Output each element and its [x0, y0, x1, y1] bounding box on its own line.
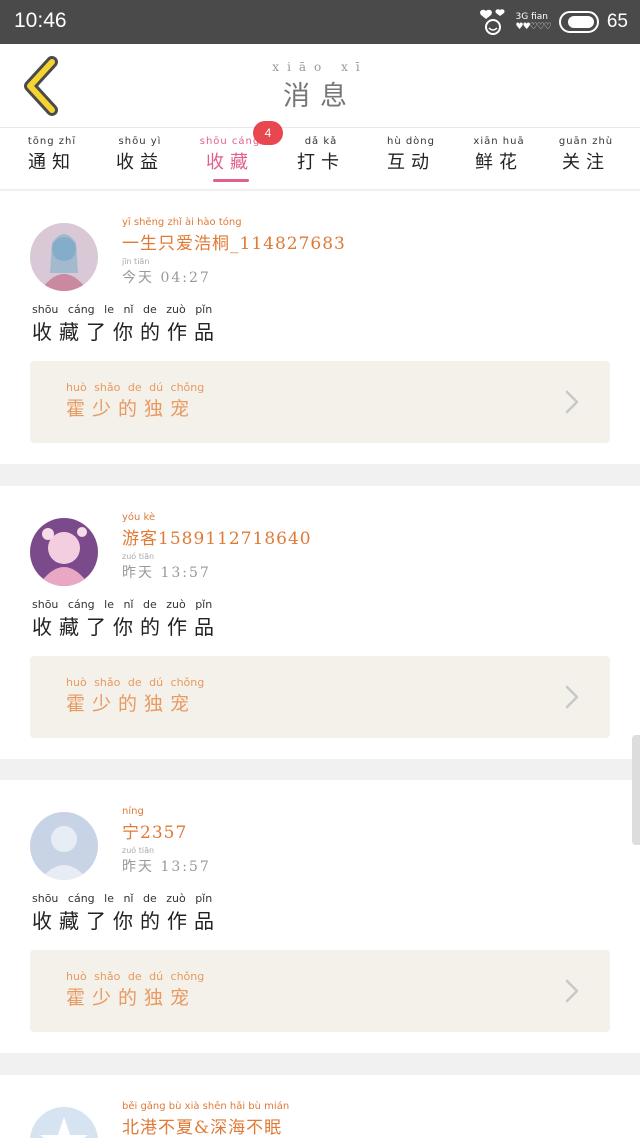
work-title-pinyin: huò shǎo de dú chǒng	[66, 970, 205, 983]
status-time: 10:46	[14, 9, 67, 32]
tab-pinyin: guān zhù	[558, 136, 614, 147]
work-title-text: 霍少的独宠	[66, 693, 197, 715]
action-pinyin: shōu cáng le nǐ de zuò pǐn	[32, 892, 213, 905]
network-sub: fian	[531, 12, 548, 22]
action-label: 收藏了你的作品	[32, 320, 221, 344]
work-title-pinyin: huò shǎo de dú chǒng	[66, 381, 205, 394]
tab-notice[interactable]: tōng zhī 通知	[12, 136, 92, 174]
chevron-right-icon	[565, 979, 579, 1003]
message-card: běi gǎng bù xià shēn hǎi bù mián 北港不夏&深海…	[0, 1075, 640, 1138]
app-root: 10:46 3G fian ♥♥♡♡♡ 65 xiāo xī 消息 tōng z…	[0, 0, 640, 1138]
time-pinyin: zuó tiān	[122, 552, 155, 561]
work-link[interactable]: huò shǎo de dú chǒng 霍少的独宠	[30, 950, 610, 1032]
user-name[interactable]: yī shēng zhǐ ài hào tóng 一生只爱浩桐_11482768…	[122, 217, 346, 254]
action-label: 收藏了你的作品	[32, 615, 221, 639]
network-indicator: 3G fian ♥♥♡♡♡	[515, 12, 552, 32]
tab-label: 收藏	[206, 152, 254, 173]
user-name-pinyin: běi gǎng bù xià shēn hǎi bù mián	[122, 1101, 290, 1112]
action-text: shōu cáng le nǐ de zuò pǐn 收藏了你的作品	[32, 892, 221, 934]
tab-checkin[interactable]: dǎ kǎ 打卡	[281, 136, 361, 174]
message-time: zuó tiān 昨天 13:57	[122, 552, 211, 582]
time-text: 昨天 13:57	[122, 565, 211, 581]
avatar[interactable]	[30, 223, 98, 291]
work-title-pinyin: huò shǎo de dú chǒng	[66, 676, 205, 689]
heart-face-icon	[479, 9, 505, 35]
default-avatar-icon	[30, 812, 98, 880]
page-title: xiāo xī 消息	[0, 60, 640, 113]
user-name-pinyin: yī shēng zhǐ ài hào tóng	[122, 217, 242, 228]
user-name-text: 北港不夏&深海不眠	[122, 1118, 283, 1138]
tab-label: 互动	[387, 152, 435, 173]
message-card: yī shēng zhǐ ài hào tóng 一生只爱浩桐_11482768…	[0, 191, 640, 464]
work-link[interactable]: huò shǎo de dú chǒng 霍少的独宠	[30, 656, 610, 738]
user-name-pinyin: níng	[122, 806, 144, 817]
message-time: jīn tiān 今天 04:27	[122, 257, 211, 287]
work-title: huò shǎo de dú chǒng 霍少的独宠	[66, 676, 204, 716]
action-label: 收藏了你的作品	[32, 909, 221, 933]
tab-label: 收益	[116, 152, 164, 173]
tab-label: 通知	[28, 152, 76, 173]
avatar[interactable]	[30, 518, 98, 586]
page-title-text: 消息	[283, 81, 357, 112]
time-text: 今天 04:27	[122, 270, 211, 286]
user-name-pinyin: yóu kè	[122, 512, 156, 523]
work-title: huò shǎo de dú chǒng 霍少的独宠	[66, 381, 204, 421]
user-name-text: 一生只爱浩桐_114827683	[122, 234, 346, 254]
message-card: níng 宁2357 zuó tiān 昨天 13:57 shōu cáng l…	[0, 780, 640, 1053]
action-pinyin: shōu cáng le nǐ de zuò pǐn	[32, 598, 213, 611]
time-text: 昨天 13:57	[122, 859, 211, 875]
tab-flowers[interactable]: xiān huā 鲜花	[459, 136, 539, 174]
scrollbar[interactable]	[632, 735, 640, 845]
tab-pinyin: xiān huā	[473, 136, 525, 147]
time-pinyin: jīn tiān	[122, 257, 150, 266]
avatar-image	[30, 518, 98, 586]
tab-pinyin: tōng zhī	[27, 136, 77, 147]
page-title-pinyin: xiāo xī	[272, 60, 368, 74]
category-tabs: tōng zhī 通知 shōu yì 收益 shōu cáng 收藏 dǎ k…	[0, 128, 640, 190]
tab-interaction[interactable]: hù dòng 互动	[371, 136, 451, 174]
top-bar: xiāo xī 消息	[0, 44, 640, 128]
chevron-right-icon	[565, 390, 579, 414]
status-bar: 10:46 3G fian ♥♥♡♡♡ 65	[0, 0, 640, 44]
avatar-image	[30, 223, 98, 291]
avatar[interactable]	[30, 812, 98, 880]
work-title-text: 霍少的独宠	[66, 987, 197, 1009]
avatar-image	[30, 1107, 98, 1138]
unread-badge: 4	[253, 121, 283, 145]
action-text: shōu cáng le nǐ de zuò pǐn 收藏了你的作品	[32, 303, 221, 345]
work-link[interactable]: huò shǎo de dú chǒng 霍少的独宠	[30, 361, 610, 443]
work-title: huò shǎo de dú chǒng 霍少的独宠	[66, 970, 204, 1010]
active-tab-indicator	[213, 179, 249, 182]
tab-earnings[interactable]: shōu yì 收益	[100, 136, 180, 174]
tab-label: 关注	[562, 152, 610, 173]
tab-label: 打卡	[297, 152, 345, 173]
network-type: 3G	[515, 12, 529, 22]
tab-pinyin: shōu yì	[118, 136, 162, 147]
tab-pinyin: hù dòng	[386, 136, 435, 147]
battery-level: 65	[606, 11, 628, 32]
status-icons: 3G fian ♥♥♡♡♡ 65	[478, 8, 628, 36]
chevron-right-icon	[565, 685, 579, 709]
tab-pinyin: dǎ kǎ	[304, 136, 338, 147]
action-text: shōu cáng le nǐ de zuò pǐn 收藏了你的作品	[32, 598, 221, 640]
user-name[interactable]: yóu kè 游客1589112718640	[122, 512, 312, 549]
action-pinyin: shōu cáng le nǐ de zuò pǐn	[32, 303, 213, 316]
user-name[interactable]: běi gǎng bù xià shēn hǎi bù mián 北港不夏&深海…	[122, 1101, 289, 1138]
user-name[interactable]: níng 宁2357	[122, 806, 187, 843]
user-name-text: 游客1589112718640	[122, 529, 312, 549]
tab-label: 鲜花	[475, 152, 523, 173]
toggle-icon	[558, 11, 599, 33]
message-card: yóu kè 游客1589112718640 zuó tiān 昨天 13:57…	[0, 486, 640, 759]
message-time: zuó tiān 昨天 13:57	[122, 846, 211, 876]
avatar[interactable]	[30, 1107, 98, 1138]
signal-hearts-icon: ♥♥♡♡♡	[515, 22, 552, 32]
work-title-text: 霍少的独宠	[66, 398, 197, 420]
user-name-text: 宁2357	[122, 823, 188, 843]
time-pinyin: zuó tiān	[122, 846, 155, 855]
tab-following[interactable]: guān zhù 关注	[546, 136, 626, 174]
